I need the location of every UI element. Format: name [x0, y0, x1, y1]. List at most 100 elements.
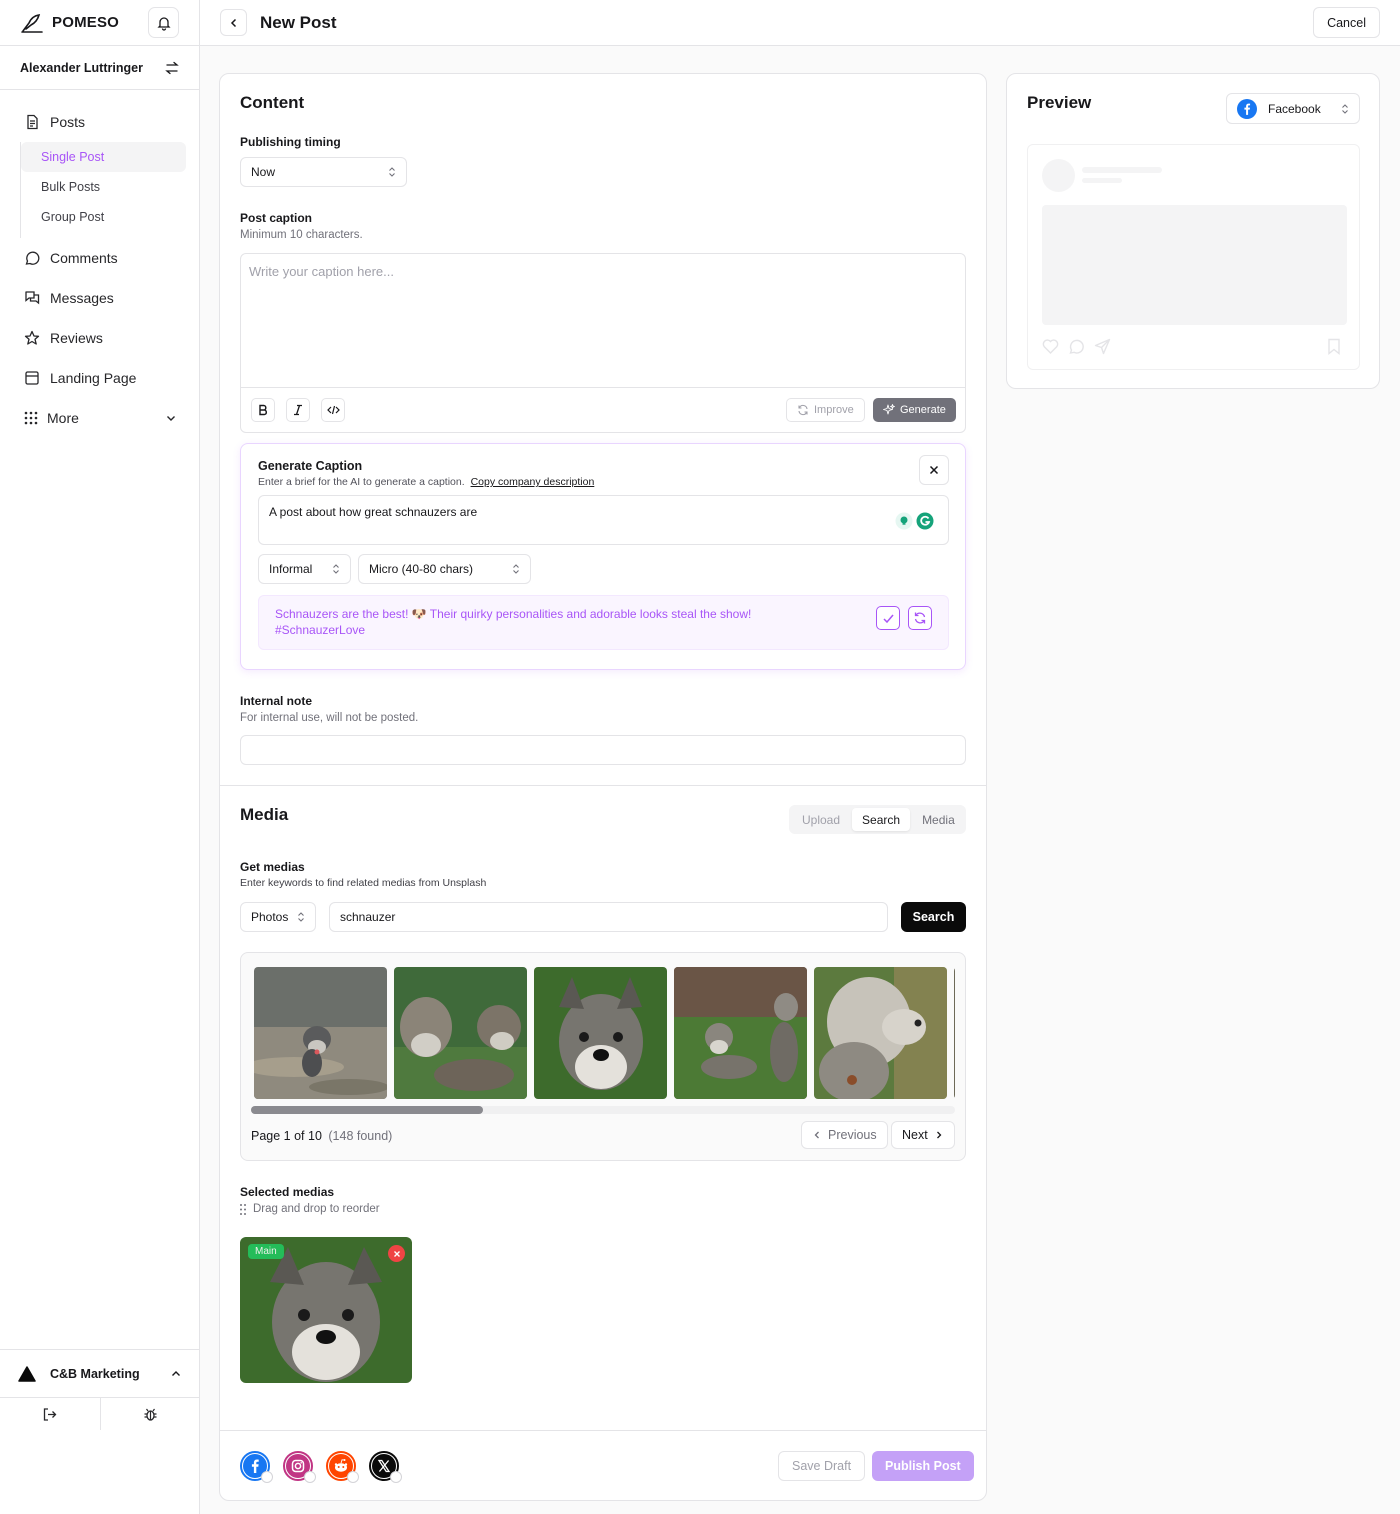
close-generator-button[interactable] [919, 455, 949, 485]
media-type-select[interactable]: Photos [240, 902, 316, 932]
code-button[interactable] [321, 398, 345, 422]
publish-post-button[interactable]: Publish Post [872, 1451, 974, 1481]
improve-button[interactable]: Improve [786, 398, 865, 422]
brief-text: A post about how great schnauzers are [269, 505, 478, 519]
result-photo-2[interactable] [394, 967, 527, 1099]
network-status-dot [261, 1471, 273, 1483]
main-nav: Posts Single Post Bulk Posts Group Post … [0, 90, 199, 438]
next-label: Next [902, 1128, 928, 1142]
report-bug-button[interactable] [101, 1398, 201, 1430]
selected-medias-hint-row: Drag and drop to reorder [240, 1203, 380, 1215]
generate-caption-panel: Generate Caption Enter a brief for the A… [240, 443, 966, 670]
chevron-down-icon [165, 412, 177, 424]
media-search-input[interactable]: schnauzer [329, 902, 888, 932]
next-page-button[interactable]: Next [891, 1121, 955, 1149]
get-medias-hint: Enter keywords to find related medias fr… [240, 877, 487, 889]
caption-label: Post caption [240, 211, 313, 225]
nav-more[interactable]: More [0, 398, 199, 438]
tab-search[interactable]: Search [852, 808, 911, 831]
bookmark-icon [1327, 338, 1341, 355]
media-section-title: Media [240, 805, 289, 824]
nav-single-post[interactable]: Single Post [21, 142, 186, 172]
selected-media-item[interactable]: Main [240, 1237, 412, 1383]
italic-button[interactable] [286, 398, 310, 422]
chevron-updown-icon [1341, 103, 1349, 115]
org-logo-icon [18, 1365, 36, 1382]
result-photo-4[interactable] [674, 967, 807, 1099]
results-scrollbar[interactable] [251, 1106, 955, 1114]
org-name: C&B Marketing [50, 1366, 140, 1381]
refresh-icon [913, 611, 927, 625]
length-value: Micro (40-80 chars) [369, 562, 474, 576]
found-count: (148 found) [328, 1129, 393, 1143]
sidebar-footer: C&B Marketing [0, 1349, 200, 1514]
copy-company-description-link[interactable]: Copy company description [471, 476, 595, 488]
preview-network-label: Facebook [1268, 101, 1321, 116]
accept-suggestion-button[interactable] [876, 606, 900, 630]
timing-select[interactable]: Now [240, 157, 407, 187]
result-photo-6[interactable] [954, 967, 955, 1099]
result-photo-5[interactable] [814, 967, 947, 1099]
brief-textarea[interactable]: A post about how great schnauzers are [258, 495, 949, 545]
bold-button[interactable] [251, 398, 275, 422]
network-facebook-toggle[interactable] [240, 1451, 273, 1483]
chevron-left-icon [228, 17, 240, 29]
user-name: Alexander Luttringer [20, 60, 143, 75]
network-x-toggle[interactable] [369, 1451, 402, 1483]
section-divider [220, 785, 986, 786]
result-photo-3[interactable] [534, 967, 667, 1099]
media-search-button[interactable]: Search [901, 902, 966, 932]
network-reddit-toggle[interactable] [326, 1451, 359, 1483]
nav-bulk-posts[interactable]: Bulk Posts [21, 172, 185, 202]
close-icon [393, 1250, 401, 1258]
scrollbar-thumb[interactable] [251, 1106, 484, 1114]
user-switcher[interactable]: Alexander Luttringer [0, 46, 199, 90]
italic-icon [292, 404, 304, 416]
close-icon [929, 465, 939, 475]
internal-note-label: Internal note [240, 694, 313, 708]
save-draft-button[interactable]: Save Draft [778, 1451, 866, 1481]
name-placeholder [1082, 167, 1162, 173]
previous-page-button[interactable]: Previous [801, 1121, 888, 1149]
grammar-extension-icons[interactable] [895, 512, 934, 530]
posts-submenu: Single Post Bulk Posts Group Post [20, 142, 199, 238]
nav-posts-label: Posts [50, 114, 86, 130]
nav-posts[interactable]: Posts [0, 102, 199, 142]
grammarly-icon [916, 512, 934, 530]
generated-suggestion: Schnauzers are the best! 🐶 Their quirky … [258, 595, 949, 650]
cancel-button[interactable]: Cancel [1313, 7, 1380, 38]
suggestion-line-1: Schnauzers are the best! 🐶 Their quirky … [275, 607, 752, 621]
remove-media-button[interactable] [388, 1245, 405, 1262]
grid-dots-icon [24, 411, 40, 425]
code-icon [326, 404, 340, 416]
nav-group-post[interactable]: Group Post [21, 202, 185, 232]
generator-title: Generate Caption [258, 459, 363, 473]
org-switcher[interactable]: C&B Marketing [0, 1350, 200, 1398]
nav-comments[interactable]: Comments [0, 238, 199, 278]
tab-upload[interactable]: Upload [792, 808, 850, 831]
preview-network-select[interactable]: Facebook [1226, 93, 1360, 124]
nav-landing-page[interactable]: Landing Page [0, 358, 199, 398]
notifications-button[interactable] [148, 7, 179, 38]
selected-medias-hint: Drag and drop to reorder [253, 1203, 380, 1215]
length-select[interactable]: Micro (40-80 chars) [358, 554, 531, 584]
main-badge: Main [248, 1244, 284, 1259]
generator-hint-row: Enter a brief for the AI to generate a c… [258, 476, 594, 488]
regenerate-suggestion-button[interactable] [908, 606, 932, 630]
tone-select[interactable]: Informal [258, 554, 351, 584]
chevron-updown-icon [388, 166, 396, 178]
chevron-right-icon [934, 1130, 944, 1140]
result-photo-1[interactable] [254, 967, 387, 1099]
generate-button[interactable]: Generate [873, 398, 956, 422]
network-instagram-toggle[interactable] [283, 1451, 316, 1483]
nav-messages[interactable]: Messages [0, 278, 199, 318]
preview-title: Preview [1027, 93, 1092, 112]
tab-media[interactable]: Media [912, 808, 965, 831]
internal-note-input[interactable] [240, 735, 966, 765]
avatar-placeholder [1042, 159, 1075, 192]
logout-button[interactable] [0, 1398, 101, 1430]
nav-reviews[interactable]: Reviews [0, 318, 199, 358]
back-button[interactable] [220, 9, 247, 36]
suggestion-line-2: #SchnauzerLove [275, 623, 366, 637]
caption-textarea[interactable]: Write your caption here... [241, 254, 965, 388]
